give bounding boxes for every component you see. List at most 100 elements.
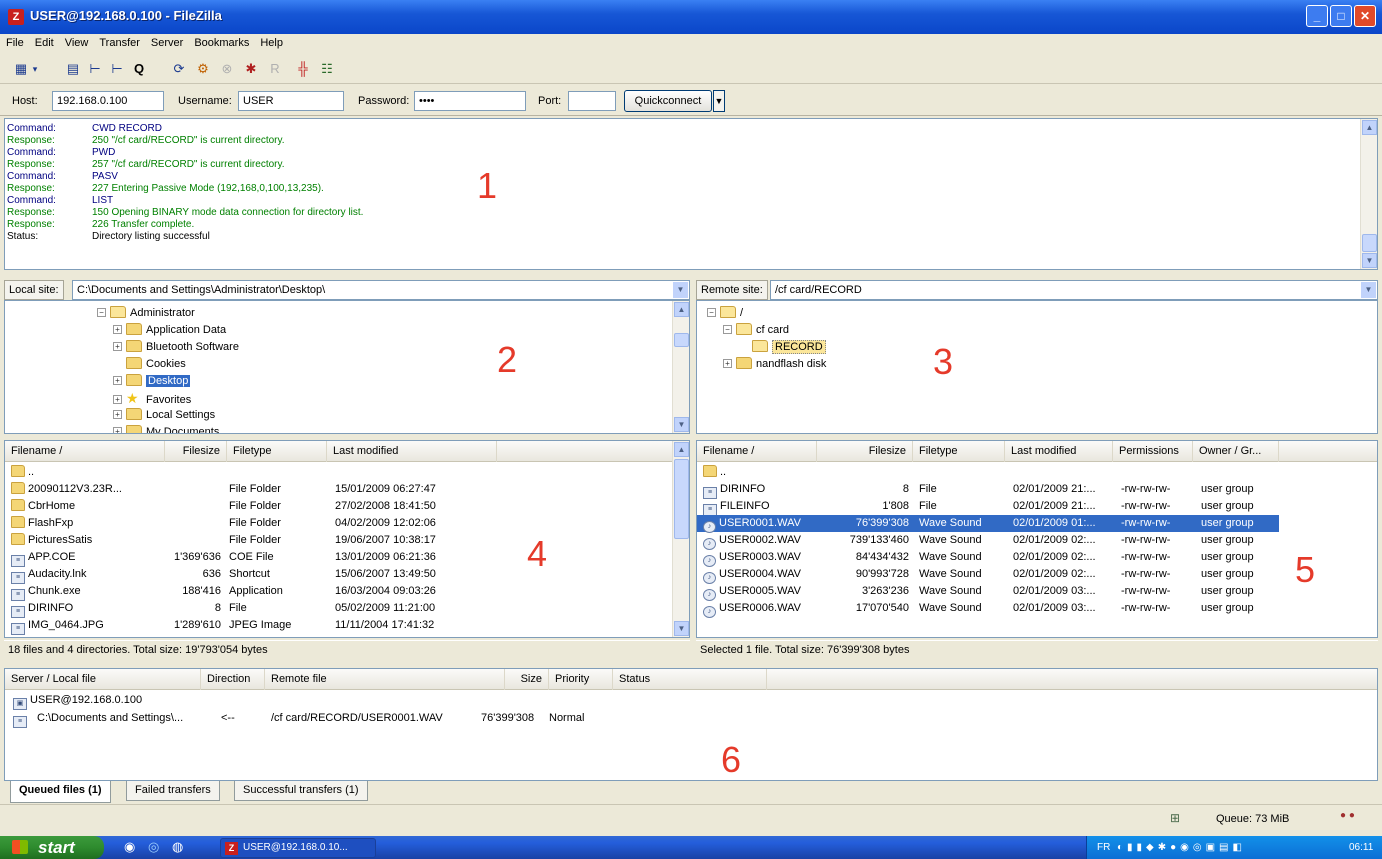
- expand-icon[interactable]: +: [113, 325, 122, 334]
- scroll-thumb[interactable]: [674, 459, 689, 539]
- remote-path-combo[interactable]: /cf card/RECORD ▼: [770, 280, 1378, 300]
- transfer-queue[interactable]: Server / Local file Direction Remote fil…: [4, 668, 1378, 781]
- tree-item[interactable]: + nandflash disk: [723, 356, 826, 373]
- tree-item[interactable]: + Local Settings: [113, 407, 215, 424]
- close-button[interactable]: ✕: [1354, 5, 1376, 27]
- menu-bookmarks[interactable]: Bookmarks: [188, 34, 254, 49]
- col-direction[interactable]: Direction: [201, 669, 265, 690]
- local-list-scrollbar[interactable]: ▲ ▼: [672, 441, 689, 637]
- expand-icon[interactable]: +: [113, 395, 122, 404]
- minimize-button[interactable]: _: [1306, 5, 1328, 27]
- maximize-button[interactable]: □: [1330, 5, 1352, 27]
- file-row[interactable]: ..: [5, 464, 673, 481]
- tree-item[interactable]: − cf card: [723, 322, 789, 339]
- menu-edit[interactable]: Edit: [29, 34, 59, 49]
- file-row[interactable]: ≡ DIRINFO 8 File 05/02/2009 11:21:00: [5, 600, 673, 618]
- refresh-icon[interactable]: ⟳: [170, 60, 188, 78]
- tree-item[interactable]: + My Documents: [113, 424, 219, 433]
- tree-item[interactable]: RECORD: [739, 339, 826, 356]
- language-indicator[interactable]: FR: [1097, 836, 1110, 859]
- file-row[interactable]: ≡ IMG_0464.JPG 1'289'610 JPEG Image 11/11/20…: [5, 617, 673, 635]
- scroll-thumb[interactable]: [1362, 234, 1377, 252]
- col-filesize[interactable]: Filesize: [817, 441, 913, 462]
- tree-item[interactable]: + Desktop: [113, 373, 191, 390]
- filter-icon[interactable]: ╬: [294, 60, 312, 78]
- menu-server[interactable]: Server: [145, 34, 188, 49]
- col-owner-group[interactable]: Owner / Gr...: [1193, 441, 1279, 462]
- file-row[interactable]: ≡ APP.COE 1'369'636 COE File 13/01/2009 06:2…: [5, 549, 673, 567]
- file-row[interactable]: ≡ DIRINFO 8 File 02/01/2009 21:... -rw-rw-rw-…: [697, 481, 1279, 499]
- quick-launch-icon[interactable]: ◍: [172, 839, 183, 855]
- col-priority[interactable]: Priority: [549, 669, 613, 690]
- col-size[interactable]: Size: [505, 669, 549, 690]
- tree-item[interactable]: + ★ Favorites: [113, 390, 191, 407]
- tray-icons[interactable]: ◐▮▮◆✱●◉◎▣▤◧: [1117, 836, 1246, 859]
- queue-server-row[interactable]: ▣ USER@192.168.0.100: [5, 692, 405, 710]
- tree-item[interactable]: − /: [707, 305, 743, 322]
- log-scrollbar[interactable]: ▲ ▼: [1360, 119, 1377, 269]
- tree-item[interactable]: Cookies: [113, 356, 186, 373]
- file-row[interactable]: FlashFxp File Folder 04/02/2009 12:02:06: [5, 515, 673, 532]
- file-row[interactable]: ♪ USER0004.WAV 90'993'728 Wave Sound 02/01/2…: [697, 566, 1279, 584]
- menu-transfer[interactable]: Transfer: [93, 34, 145, 49]
- quickconnect-button[interactable]: Quickconnect: [624, 90, 712, 112]
- file-row[interactable]: ♪ USER0005.WAV 3'263'236 Wave Sound 02/01/20…: [697, 583, 1279, 601]
- scroll-thumb[interactable]: [674, 333, 689, 347]
- collapse-icon[interactable]: −: [723, 325, 732, 334]
- disconnect-icon[interactable]: ✱: [242, 60, 260, 78]
- toggle-local-tree-icon[interactable]: ⊢: [86, 60, 104, 78]
- compare-icon[interactable]: ☷: [318, 60, 336, 78]
- tree-item[interactable]: + Application Data: [113, 322, 226, 339]
- chevron-down-icon[interactable]: ▼: [673, 282, 688, 298]
- local-tree[interactable]: − Administrator + Application Data + Bluetoot…: [4, 300, 690, 434]
- scroll-up-icon[interactable]: ▲: [1362, 120, 1377, 135]
- filezilla-app-icon[interactable]: Z: [8, 9, 24, 25]
- collapse-icon[interactable]: −: [97, 308, 106, 317]
- quick-launch-icon[interactable]: ◎: [148, 839, 159, 855]
- col-filename[interactable]: Filename /: [697, 441, 817, 462]
- scroll-down-icon[interactable]: ▼: [674, 417, 689, 432]
- remote-file-list[interactable]: Filename / Filesize Filetype Last modifi…: [696, 440, 1378, 638]
- taskbar-filezilla-button[interactable]: Z USER@192.168.0.10...: [220, 838, 376, 858]
- tree-item[interactable]: + Bluetooth Software: [113, 339, 239, 356]
- file-row[interactable]: ♪ USER0001.WAV 76'399'308 Wave Sound 02/01/2…: [697, 515, 1279, 533]
- cancel-icon[interactable]: ⊗: [218, 60, 236, 78]
- collapse-icon[interactable]: −: [707, 308, 716, 317]
- menu-help[interactable]: Help: [254, 34, 288, 49]
- scroll-down-icon[interactable]: ▼: [674, 621, 689, 636]
- scroll-up-icon[interactable]: ▲: [674, 302, 689, 317]
- tab-failed-transfers[interactable]: Failed transfers: [126, 781, 220, 801]
- toggle-log-icon[interactable]: ▤: [64, 60, 82, 78]
- col-status[interactable]: Status: [613, 669, 767, 690]
- file-row[interactable]: ♪ USER0006.WAV 17'070'540 Wave Sound 02/01/2…: [697, 600, 1279, 618]
- process-queue-icon[interactable]: ⚙: [194, 60, 212, 78]
- scroll-up-icon[interactable]: ▲: [674, 442, 689, 457]
- file-row[interactable]: CbrHome File Folder 27/02/2008 18:41:50: [5, 498, 673, 515]
- tab-queued-files[interactable]: Queued files (1): [10, 781, 111, 803]
- file-row[interactable]: ♪ USER0002.WAV 739'133'460 Wave Sound 02/01/…: [697, 532, 1279, 550]
- menu-view[interactable]: View: [59, 34, 94, 49]
- password-input[interactable]: [414, 91, 526, 111]
- site-manager-dropdown-icon[interactable]: ▾: [30, 60, 40, 78]
- col-filetype[interactable]: Filetype: [227, 441, 327, 462]
- reconnect-icon[interactable]: R: [266, 60, 284, 78]
- site-manager-icon[interactable]: ▦: [12, 60, 30, 78]
- tree-item[interactable]: − Administrator: [97, 305, 195, 322]
- col-server-local-file[interactable]: Server / Local file: [5, 669, 201, 690]
- scroll-down-icon[interactable]: ▼: [1362, 253, 1377, 268]
- port-input[interactable]: [568, 91, 616, 111]
- file-row[interactable]: ..: [697, 464, 1279, 481]
- chevron-down-icon[interactable]: ▼: [1361, 282, 1376, 298]
- file-row[interactable]: ≡ Audacity.lnk 636 Shortcut 15/06/2007 13:49…: [5, 566, 673, 584]
- quickconnect-dropdown-icon[interactable]: ▼: [713, 90, 725, 112]
- toggle-queue-icon[interactable]: Q: [130, 60, 148, 78]
- col-filename[interactable]: Filename /: [5, 441, 165, 462]
- tab-successful-transfers[interactable]: Successful transfers (1): [234, 781, 368, 801]
- quick-launch-icon[interactable]: ◉: [124, 839, 135, 855]
- expand-icon[interactable]: +: [113, 376, 122, 385]
- host-input[interactable]: [52, 91, 164, 111]
- toggle-remote-tree-icon[interactable]: ⊢: [108, 60, 126, 78]
- col-filesize[interactable]: Filesize: [165, 441, 227, 462]
- expand-icon[interactable]: +: [113, 410, 122, 419]
- message-log[interactable]: Command: CWD RECORD Response: 250 "/cf car…: [4, 118, 1378, 270]
